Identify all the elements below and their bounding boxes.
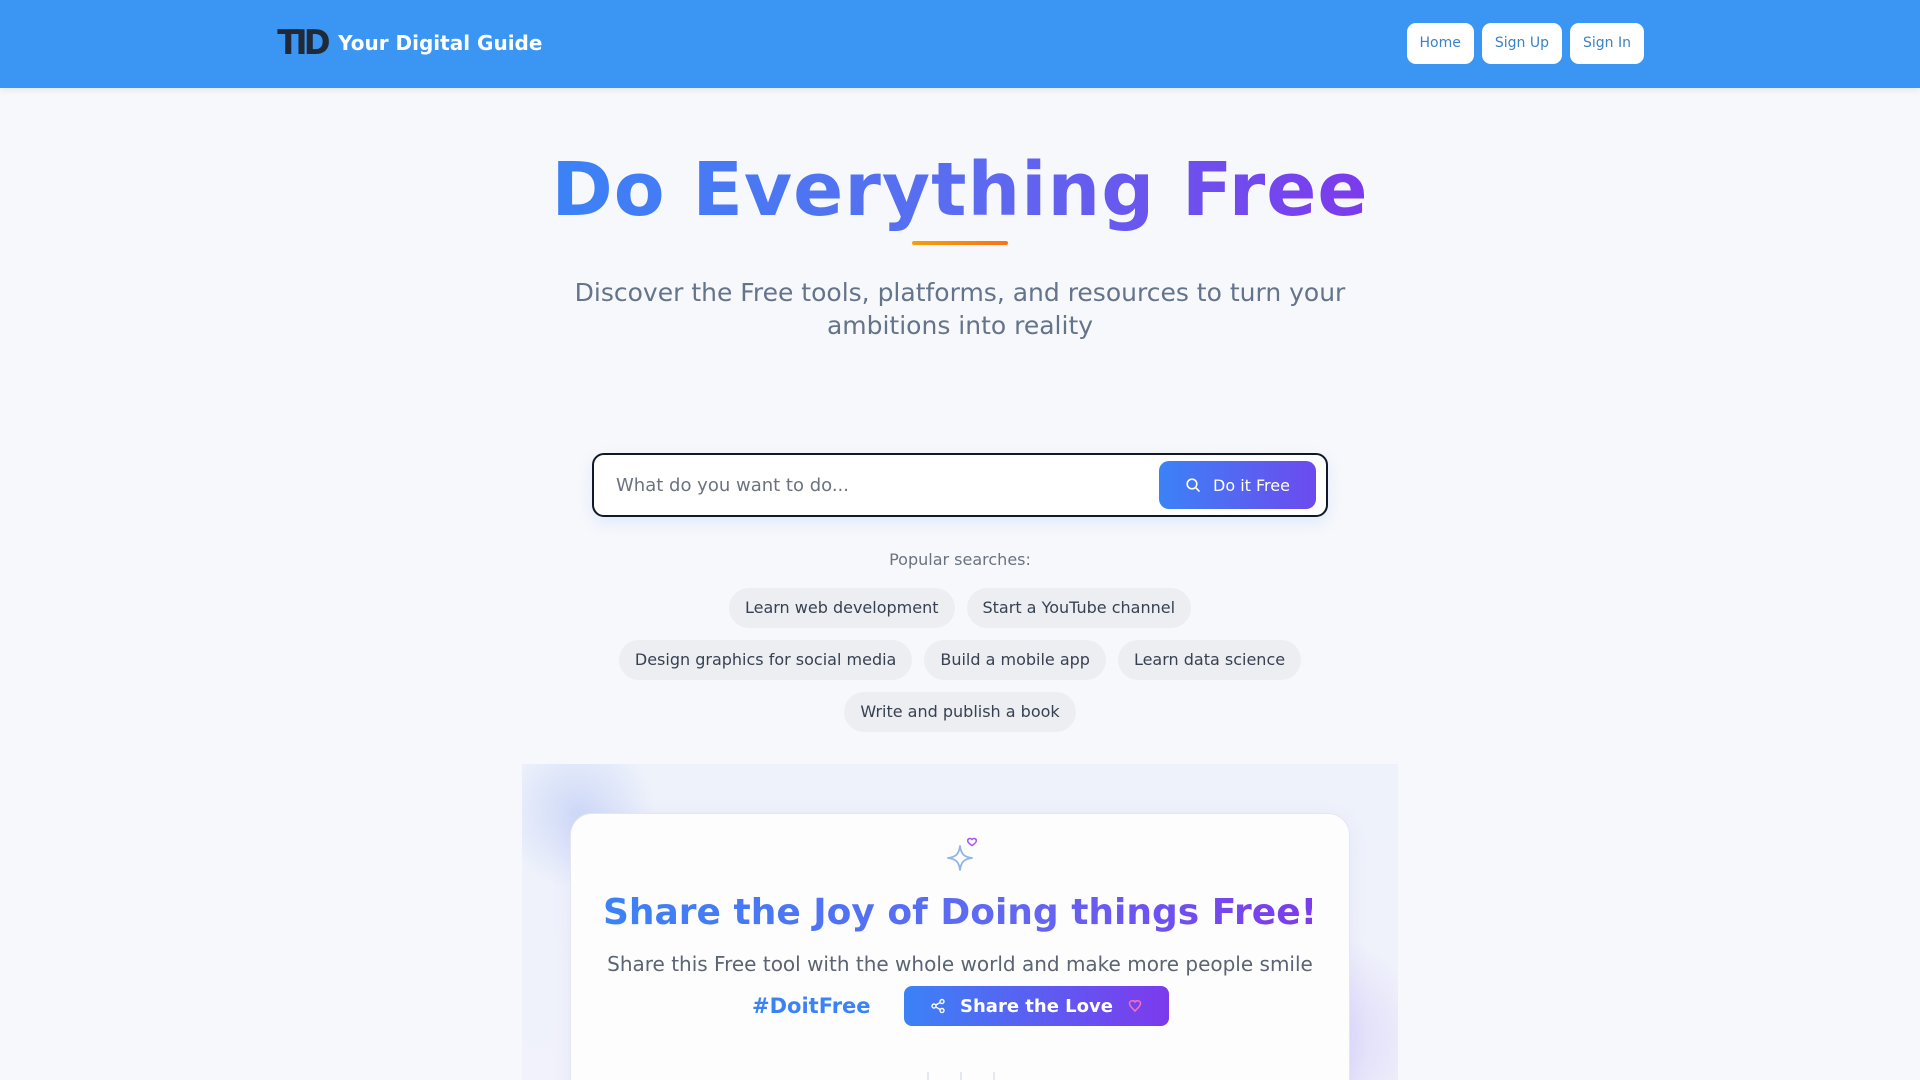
hero-subtitle: Discover the Free tools, platforms, and … bbox=[574, 278, 1346, 340]
share-the-love-label: Share the Love bbox=[960, 995, 1113, 1017]
hashtag-label: #DoitFree bbox=[752, 994, 871, 1018]
share-subtitle: Share this Free tool with the whole worl… bbox=[607, 952, 1313, 976]
brand-name: Your Digital Guide bbox=[338, 31, 543, 55]
brand[interactable]: TID Your Digital Guide bbox=[276, 26, 542, 60]
top-navbar: TID Your Digital Guide Home Sign Up Sign… bbox=[0, 0, 1920, 88]
sign-in-button[interactable]: Sign In bbox=[1570, 23, 1644, 64]
sparkle-heart-icon bbox=[947, 837, 978, 871]
chip-build-mobile-app[interactable]: Build a mobile app bbox=[924, 640, 1106, 680]
popular-searches-label: Popular searches: bbox=[889, 550, 1031, 569]
popular-chips-row-2: Design graphics for social media Build a… bbox=[0, 640, 1920, 680]
chip-learn-data-science[interactable]: Learn data science bbox=[1117, 640, 1302, 680]
title-underline bbox=[912, 241, 1008, 245]
chip-design-graphics[interactable]: Design graphics for social media bbox=[618, 640, 913, 680]
search-bar: Do it Free bbox=[592, 453, 1328, 517]
chip-write-publish-book[interactable]: Write and publish a book bbox=[844, 692, 1076, 732]
chip-start-youtube-channel[interactable]: Start a YouTube channel bbox=[966, 588, 1192, 628]
brand-logo: TID bbox=[277, 23, 330, 63]
search-icon bbox=[1186, 478, 1200, 492]
share-the-love-button[interactable]: Share the Love bbox=[904, 986, 1169, 1026]
nav-menu: Home Sign Up Sign In bbox=[1406, 23, 1644, 64]
heart-icon bbox=[1128, 999, 1142, 1013]
do-it-free-button[interactable]: Do it Free bbox=[1159, 461, 1316, 509]
sign-up-button[interactable]: Sign Up bbox=[1481, 23, 1562, 64]
share-icon bbox=[931, 998, 945, 1014]
home-button[interactable]: Home bbox=[1406, 23, 1474, 64]
hero-title: Do Everything Free bbox=[551, 147, 1369, 233]
search-input[interactable] bbox=[616, 455, 1156, 515]
decorative-lines bbox=[927, 1072, 995, 1080]
popular-chips-row-3: Write and publish a book bbox=[0, 692, 1920, 732]
chip-learn-web-development[interactable]: Learn web development bbox=[728, 588, 955, 628]
do-it-free-label: Do it Free bbox=[1213, 475, 1290, 495]
popular-chips-row-1: Learn web development Start a YouTube ch… bbox=[0, 588, 1920, 628]
share-title: Share the Joy of Doing things Free! bbox=[602, 892, 1318, 933]
